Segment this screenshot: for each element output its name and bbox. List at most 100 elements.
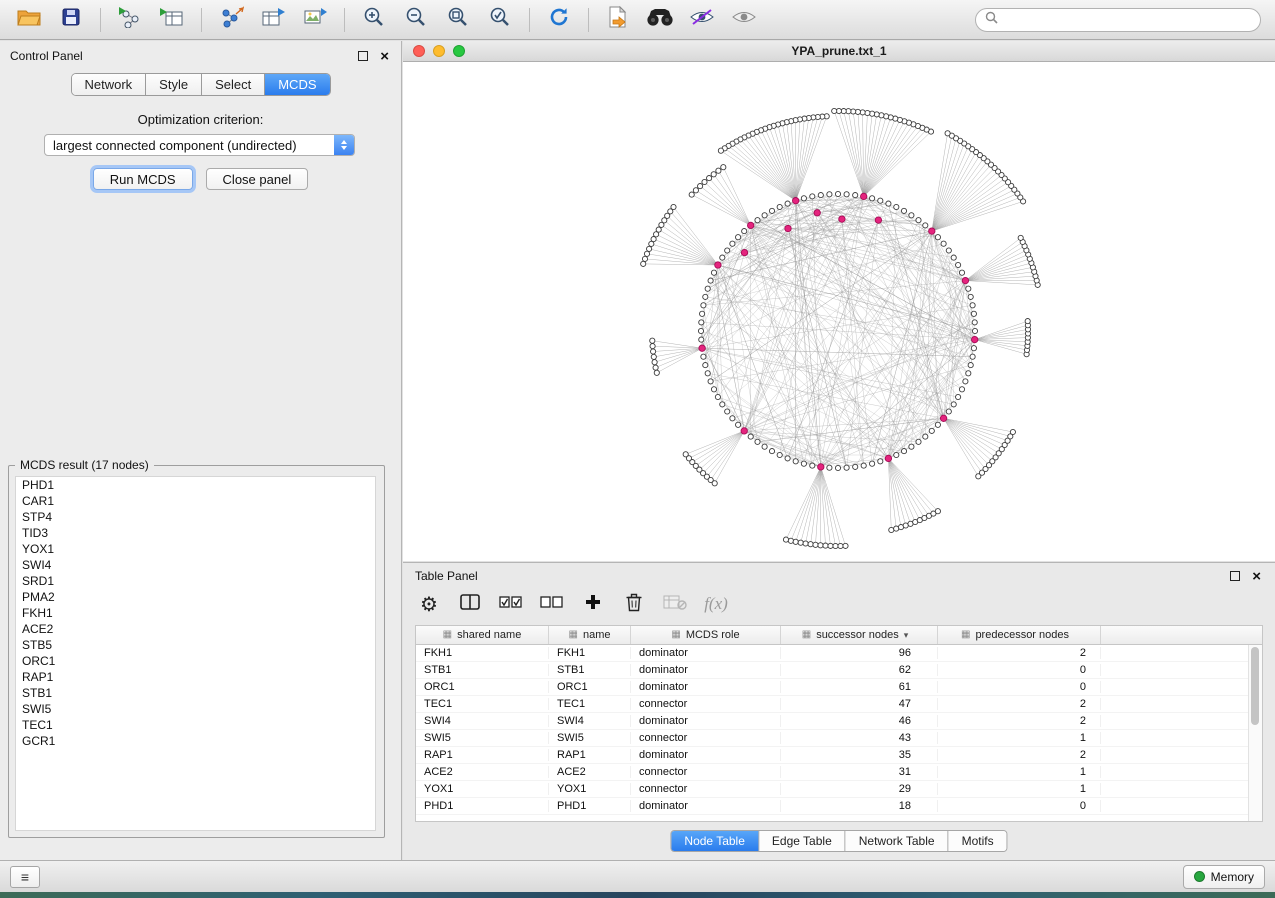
network-node[interactable]	[951, 255, 956, 260]
network-node[interactable]	[970, 354, 975, 359]
table-cell[interactable]: TEC1	[549, 698, 631, 710]
network-leaf-node[interactable]	[1025, 319, 1030, 324]
table-cell[interactable]: PHD1	[549, 800, 631, 812]
mcds-result-item[interactable]: SWI5	[16, 701, 375, 717]
table-cell[interactable]: 2	[938, 749, 1101, 761]
network-leaf-node[interactable]	[832, 108, 837, 113]
network-node[interactable]	[730, 241, 735, 246]
table-cell[interactable]: connector	[631, 732, 781, 744]
table-cell[interactable]: dominator	[631, 749, 781, 761]
network-canvas[interactable]	[403, 62, 1275, 561]
network-dominator-node[interactable]	[929, 228, 935, 234]
network-leaf-node[interactable]	[712, 481, 717, 486]
network-node[interactable]	[941, 241, 946, 246]
network-dominator-node[interactable]	[785, 225, 791, 231]
network-node[interactable]	[769, 208, 774, 213]
network-node[interactable]	[956, 394, 961, 399]
mcds-result-item[interactable]: SWI4	[16, 557, 375, 573]
network-leaf-node[interactable]	[650, 338, 655, 343]
table-cell[interactable]: YOX1	[549, 783, 631, 795]
network-dominator-node[interactable]	[748, 222, 754, 228]
hide-graphics-details-button[interactable]	[683, 4, 721, 36]
network-leaf-node[interactable]	[889, 527, 894, 532]
network-node[interactable]	[708, 278, 713, 283]
table-row[interactable]: ORC1ORC1dominator610	[416, 679, 1262, 696]
network-node[interactable]	[959, 270, 964, 275]
network-leaf-node[interactable]	[689, 192, 694, 197]
mcds-result-item[interactable]: FKH1	[16, 605, 375, 621]
network-node[interactable]	[835, 465, 840, 470]
network-node[interactable]	[935, 235, 940, 240]
network-node[interactable]	[785, 201, 790, 206]
network-leaf-node[interactable]	[935, 509, 940, 514]
network-leaf-node[interactable]	[818, 543, 823, 548]
network-leaf-node[interactable]	[833, 543, 838, 548]
network-node[interactable]	[701, 354, 706, 359]
network-dominator-node[interactable]	[715, 262, 721, 268]
table-scrollbar-thumb[interactable]	[1251, 647, 1259, 725]
table-cell[interactable]: 2	[938, 647, 1101, 659]
status-menu-button[interactable]: ≡	[10, 866, 40, 888]
mcds-result-item[interactable]: STB5	[16, 637, 375, 653]
network-leaf-node[interactable]	[798, 540, 803, 545]
table-row[interactable]: FKH1FKH1dominator962	[416, 645, 1262, 662]
network-node[interactable]	[818, 193, 823, 198]
close-table-panel-icon[interactable]: ×	[1252, 569, 1261, 584]
network-dominator-node[interactable]	[818, 464, 824, 470]
table-row[interactable]: SWI4SWI4dominator462	[416, 713, 1262, 730]
mcds-result-item[interactable]: GCR1	[16, 733, 375, 749]
network-leaf-node[interactable]	[654, 370, 659, 375]
network-node[interactable]	[901, 208, 906, 213]
float-table-panel-icon[interactable]	[1230, 571, 1240, 581]
search-input[interactable]	[1004, 12, 1251, 28]
network-leaf-node[interactable]	[641, 261, 646, 266]
column-header-successor-nodes[interactable]: ▦successor nodes▾	[781, 626, 938, 644]
table-cell[interactable]: dominator	[631, 800, 781, 812]
table-cell[interactable]: YOX1	[416, 783, 549, 795]
network-node[interactable]	[725, 248, 730, 253]
tab-motifs[interactable]: Motifs	[949, 831, 1007, 851]
network-node[interactable]	[777, 452, 782, 457]
table-cell[interactable]: ACE2	[416, 766, 549, 778]
network-node[interactable]	[730, 416, 735, 421]
network-leaf-node[interactable]	[693, 188, 698, 193]
network-node[interactable]	[946, 248, 951, 253]
network-node[interactable]	[894, 452, 899, 457]
table-row[interactable]: YOX1YOX1connector291	[416, 781, 1262, 798]
network-node[interactable]	[923, 223, 928, 228]
network-dominator-node[interactable]	[741, 428, 747, 434]
table-settings-button[interactable]: ⚙	[417, 591, 441, 617]
mcds-result-item[interactable]: YOX1	[16, 541, 375, 557]
network-node[interactable]	[736, 235, 741, 240]
network-leaf-node[interactable]	[783, 537, 788, 542]
column-header-predecessor-nodes[interactable]: ▦predecessor nodes	[938, 626, 1101, 644]
network-leaf-node[interactable]	[823, 543, 828, 548]
network-leaf-node[interactable]	[647, 246, 652, 251]
network-node[interactable]	[870, 196, 875, 201]
table-cell[interactable]: STB1	[549, 664, 631, 676]
table-row[interactable]: RAP1RAP1dominator352	[416, 747, 1262, 764]
close-panel-button[interactable]: Close panel	[206, 168, 309, 190]
table-cell[interactable]: SWI5	[416, 732, 549, 744]
network-dominator-node[interactable]	[839, 216, 845, 222]
network-dominator-node[interactable]	[741, 249, 747, 255]
select-all-button[interactable]	[499, 591, 523, 617]
network-leaf-node[interactable]	[808, 542, 813, 547]
import-network-button[interactable]	[111, 4, 149, 36]
table-cell[interactable]: dominator	[631, 715, 781, 727]
network-node[interactable]	[711, 270, 716, 275]
close-panel-icon[interactable]: ×	[380, 49, 389, 64]
open-file-button[interactable]	[10, 4, 48, 36]
search-network-button[interactable]	[641, 4, 679, 36]
network-node[interactable]	[853, 193, 858, 198]
criterion-select[interactable]: largest connected component (undirected)	[44, 134, 355, 156]
run-mcds-button[interactable]: Run MCDS	[93, 168, 193, 190]
network-node[interactable]	[762, 444, 767, 449]
table-cell[interactable]: 0	[938, 800, 1101, 812]
table-cell[interactable]: 2	[938, 715, 1101, 727]
network-node[interactable]	[844, 192, 849, 197]
refresh-button[interactable]	[540, 4, 578, 36]
minimize-window-icon[interactable]	[433, 45, 445, 57]
table-cell[interactable]: SWI4	[416, 715, 549, 727]
network-node[interactable]	[700, 311, 705, 316]
